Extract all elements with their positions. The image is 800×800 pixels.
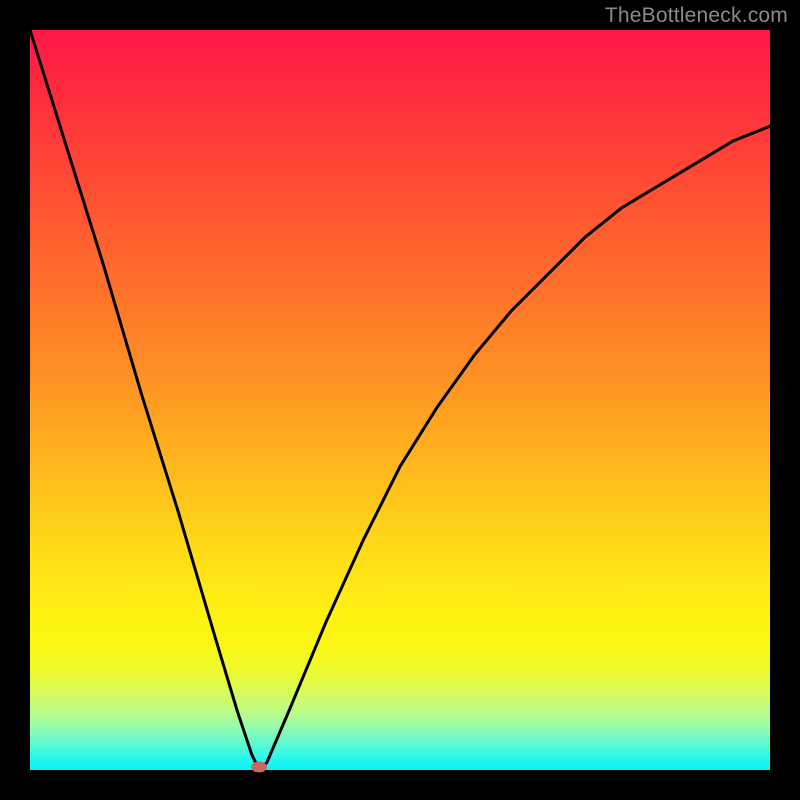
- plot-area: [30, 30, 770, 770]
- bottleneck-curve: [30, 30, 770, 770]
- curve-path: [30, 30, 770, 770]
- watermark-text: TheBottleneck.com: [605, 4, 788, 28]
- optimal-point-marker: [251, 762, 267, 773]
- chart-frame: TheBottleneck.com: [0, 0, 800, 800]
